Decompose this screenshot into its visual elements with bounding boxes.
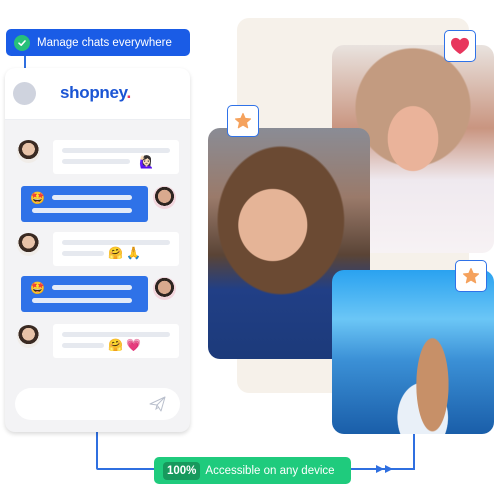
star-badge[interactable] [227, 105, 259, 137]
incoming-message: 🤗 🙏 [53, 232, 179, 266]
connector-line-left [96, 432, 98, 468]
woman-at-sea-photo [332, 270, 494, 434]
star-badge[interactable] [455, 260, 487, 292]
man-avatar [153, 186, 176, 209]
star-icon [234, 112, 252, 129]
accessible-badge: 100% Accessible on any device [154, 457, 351, 484]
emoji: 🤗 [108, 246, 123, 260]
woman-avatar [17, 233, 40, 256]
manage-chats-badge: Manage chats everywhere [6, 29, 190, 56]
incoming-message: 🙋🏻‍♀️ [53, 140, 179, 174]
check-circle-icon [14, 34, 30, 51]
star-icon [462, 267, 480, 284]
man-avatar [153, 277, 176, 300]
chat-widget: shopney. 🙋🏻‍♀️ 🤩 🤗 🙏 🤩 🤗 💗 [5, 68, 190, 432]
paper-plane-icon[interactable] [149, 396, 166, 417]
emoji: 🤩 [30, 191, 45, 205]
store-avatar [13, 82, 36, 105]
percent-label: 100% [163, 461, 201, 480]
emoji: 🤩 [30, 281, 45, 295]
outgoing-message: 🤩 [21, 276, 148, 312]
heart-icon [451, 37, 469, 55]
outgoing-message: 🤩 [21, 186, 148, 222]
chat-header: shopney. [5, 68, 190, 120]
emoji: 🤗 [108, 338, 123, 352]
woman-avatar [17, 325, 40, 348]
manage-chats-label: Manage chats everywhere [37, 36, 172, 49]
connector-line-right [413, 434, 415, 470]
double-arrow-icon [376, 465, 393, 473]
emoji: 💗 [126, 338, 141, 352]
woman-avatar [17, 140, 40, 163]
emoji: 🙏 [126, 246, 141, 260]
connector-line-bottom-left [96, 468, 156, 470]
shopney-logo: shopney. [60, 83, 131, 102]
message-input[interactable] [15, 388, 180, 420]
emoji: 🙋🏻‍♀️ [139, 155, 154, 169]
incoming-message: 🤗 💗 [53, 324, 179, 358]
heart-badge[interactable] [444, 30, 476, 62]
accessible-label: Accessible on any device [205, 464, 335, 477]
